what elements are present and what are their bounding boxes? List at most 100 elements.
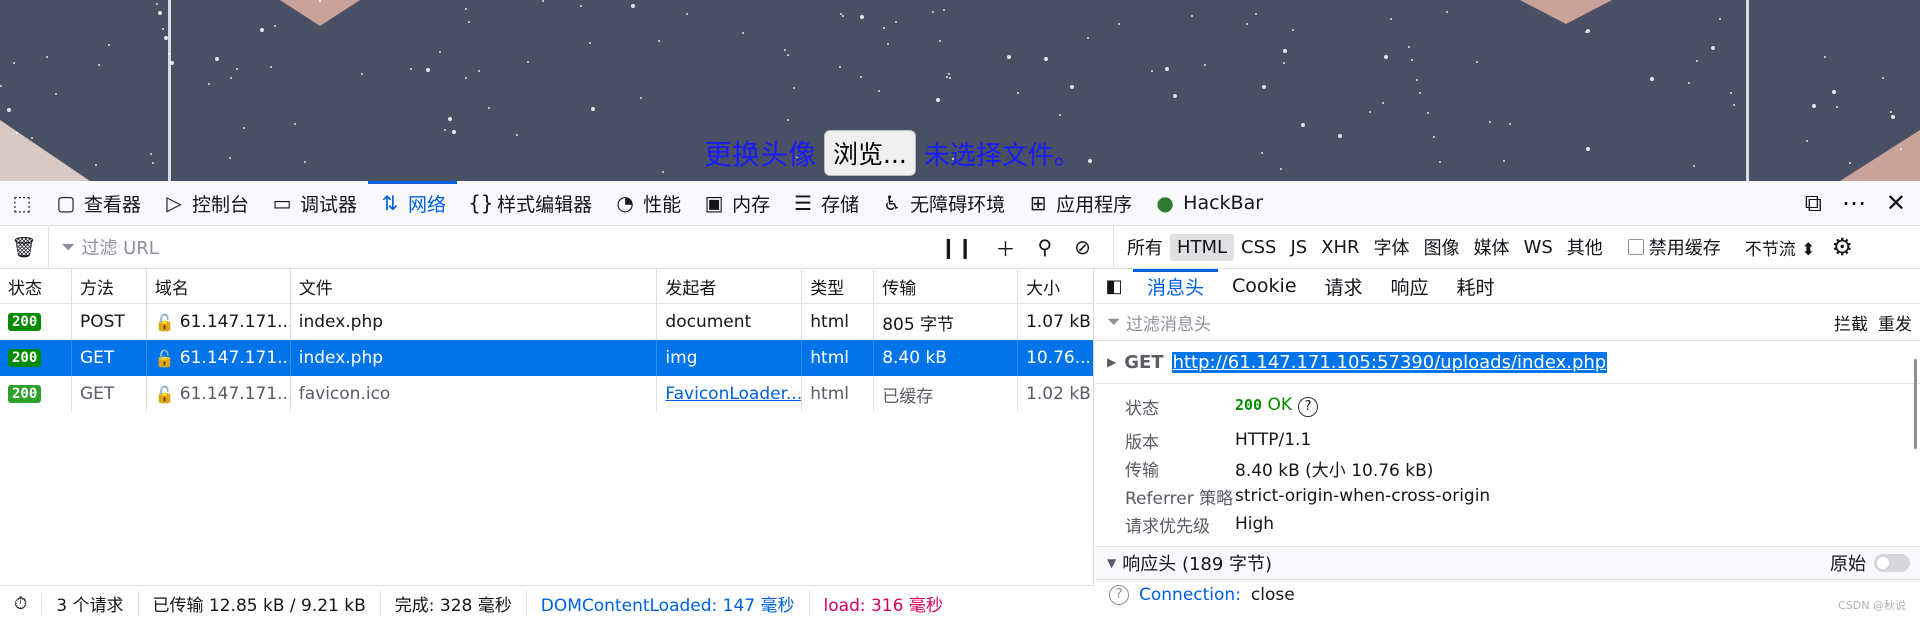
type-images[interactable]: 图像 xyxy=(1417,231,1467,263)
type-other[interactable]: 其他 xyxy=(1560,231,1610,263)
request-url[interactable]: http://61.147.171.105:57390/uploads/inde… xyxy=(1171,351,1608,373)
col-size[interactable]: 大小 xyxy=(1018,269,1093,303)
table-row[interactable]: 200 POST 🔓 61.147.171.... index.php docum… xyxy=(0,304,1093,340)
header-key: Connection: xyxy=(1139,585,1241,605)
star xyxy=(662,171,664,173)
method-cell: POST xyxy=(72,304,147,340)
star xyxy=(1118,23,1120,25)
url-filter-input[interactable]: ⏷ 过滤 URL xyxy=(48,225,928,269)
tab-hackbar[interactable]: ● HackBar xyxy=(1143,181,1274,225)
star xyxy=(1650,77,1654,81)
tab-console[interactable]: ▷ 控制台 xyxy=(152,181,260,225)
col-method[interactable]: 方法 xyxy=(72,269,147,303)
tab-style-editor[interactable]: {} 样式编辑器 xyxy=(457,181,603,225)
star xyxy=(1503,160,1505,162)
tab-request[interactable]: 请求 xyxy=(1311,269,1377,304)
star xyxy=(948,73,950,75)
tab-headers[interactable]: 消息头 xyxy=(1133,268,1219,304)
star xyxy=(236,68,238,70)
resend-button[interactable]: 重发 xyxy=(1878,310,1912,335)
tab-inspector[interactable]: ▢ 查看器 xyxy=(44,181,152,225)
type-css[interactable]: CSS xyxy=(1234,234,1283,261)
tab-network[interactable]: ⇅ 网络 xyxy=(368,181,458,225)
domain-text: 61.147.171.... xyxy=(179,384,291,404)
more-options-icon[interactable]: ⋯ xyxy=(1842,189,1866,217)
file-cell: favicon.ico xyxy=(291,376,658,412)
col-initiator[interactable]: 发起者 xyxy=(657,269,803,303)
col-transfer[interactable]: 传输 xyxy=(874,269,1019,303)
tab-response[interactable]: 响应 xyxy=(1377,269,1443,304)
scrollbar[interactable] xyxy=(1914,359,1917,449)
col-domain[interactable]: 域名 xyxy=(147,269,291,303)
dock-icon[interactable]: ⧉ xyxy=(1805,189,1822,217)
header-row: ? Connection: close xyxy=(1095,580,1920,610)
tab-memory[interactable]: ▣ 内存 xyxy=(692,181,781,225)
type-all[interactable]: 所有 xyxy=(1120,231,1170,263)
headers-filter-input[interactable]: ⏷ 过滤消息头 拦截 重发 xyxy=(1095,304,1920,341)
type-js[interactable]: JS xyxy=(1283,234,1314,261)
star xyxy=(1151,70,1153,72)
raw-toggle[interactable]: 原始 xyxy=(1830,550,1920,576)
star xyxy=(95,164,97,166)
star xyxy=(152,162,154,164)
star xyxy=(7,108,11,112)
style-editor-icon: {} xyxy=(468,191,494,215)
star xyxy=(936,98,940,102)
col-file[interactable]: 文件 xyxy=(291,269,658,303)
tab-accessibility[interactable]: ♿ 无障碍环境 xyxy=(870,181,1016,225)
type-xhr[interactable]: XHR xyxy=(1314,234,1366,261)
star xyxy=(55,93,57,95)
browse-button[interactable]: 浏览... xyxy=(824,130,916,176)
star xyxy=(860,15,864,19)
close-icon[interactable]: ✕ xyxy=(1886,189,1906,217)
table-row-selected[interactable]: 200 GET 🔓 61.147.171.... index.php img ht… xyxy=(0,340,1093,376)
request-line[interactable]: ▶ GET http://61.147.171.105:57390/upload… xyxy=(1095,341,1920,384)
star xyxy=(1416,79,1418,81)
toggle-sidebar-icon[interactable]: ◧ xyxy=(1095,276,1133,297)
trash-icon[interactable]: 🗑 xyxy=(0,235,48,259)
type-cell: html xyxy=(802,340,875,376)
star xyxy=(1812,104,1816,108)
performance-analysis-icon[interactable]: ⏱ xyxy=(0,593,43,614)
filter-icon: ⏷ xyxy=(61,236,76,258)
tab-application[interactable]: ⊞ 应用程序 xyxy=(1016,181,1143,225)
table-row[interactable]: 200 GET 🔓 61.147.171.... favicon.ico Favi… xyxy=(0,376,1093,412)
tab-performance[interactable]: ◔ 性能 xyxy=(603,181,692,225)
help-icon[interactable]: ? xyxy=(1109,585,1129,605)
type-fonts[interactable]: 字体 xyxy=(1367,231,1417,263)
toggle-switch[interactable] xyxy=(1874,554,1910,572)
star xyxy=(1390,18,1392,20)
element-picker-button[interactable]: ⬚ xyxy=(0,181,44,225)
star xyxy=(1384,55,1388,59)
tab-timings[interactable]: 耗时 xyxy=(1443,269,1509,304)
initiator-cell: img xyxy=(657,340,803,376)
star xyxy=(1427,112,1429,114)
field-transfer: 传输 8.40 kB (大小 10.76 kB) xyxy=(1095,454,1920,482)
gear-icon[interactable]: ⚙ xyxy=(1831,233,1853,261)
load-time: load: 316 毫秒 xyxy=(823,596,943,616)
tab-storage[interactable]: ☰ 存储 xyxy=(781,181,870,225)
tab-debugger[interactable]: ▭ 调试器 xyxy=(260,181,368,225)
throttle-select[interactable]: 不节流 ⬍ xyxy=(1745,235,1816,260)
initiator-link[interactable]: FaviconLoader.... xyxy=(665,384,801,404)
type-ws[interactable]: WS xyxy=(1517,234,1560,261)
star xyxy=(1283,62,1285,64)
col-status[interactable]: 状态 xyxy=(0,269,72,303)
finish-time: 完成: 328 毫秒 xyxy=(381,591,527,616)
star xyxy=(0,85,2,87)
star xyxy=(150,153,152,155)
pause-icon[interactable]: ❙❙ xyxy=(940,235,974,259)
disable-cache-checkbox[interactable]: 禁用缓存 xyxy=(1627,234,1721,260)
field-value: 8.40 kB (大小 10.76 kB) xyxy=(1235,460,1434,481)
block-button[interactable]: 拦截 xyxy=(1834,310,1868,335)
type-html[interactable]: HTML xyxy=(1169,233,1235,261)
block-icon[interactable]: ⊘ xyxy=(1074,235,1091,259)
response-headers-section[interactable]: ▼ 响应头 (189 字节) 原始 xyxy=(1095,546,1920,580)
star xyxy=(1419,92,1421,94)
help-icon[interactable]: ? xyxy=(1298,397,1319,417)
type-media[interactable]: 媒体 xyxy=(1467,231,1517,263)
search-icon[interactable]: ⚲ xyxy=(1038,235,1053,259)
tab-cookies[interactable]: Cookie xyxy=(1218,269,1311,304)
add-icon[interactable]: ＋ xyxy=(996,233,1016,262)
col-type[interactable]: 类型 xyxy=(802,269,875,303)
